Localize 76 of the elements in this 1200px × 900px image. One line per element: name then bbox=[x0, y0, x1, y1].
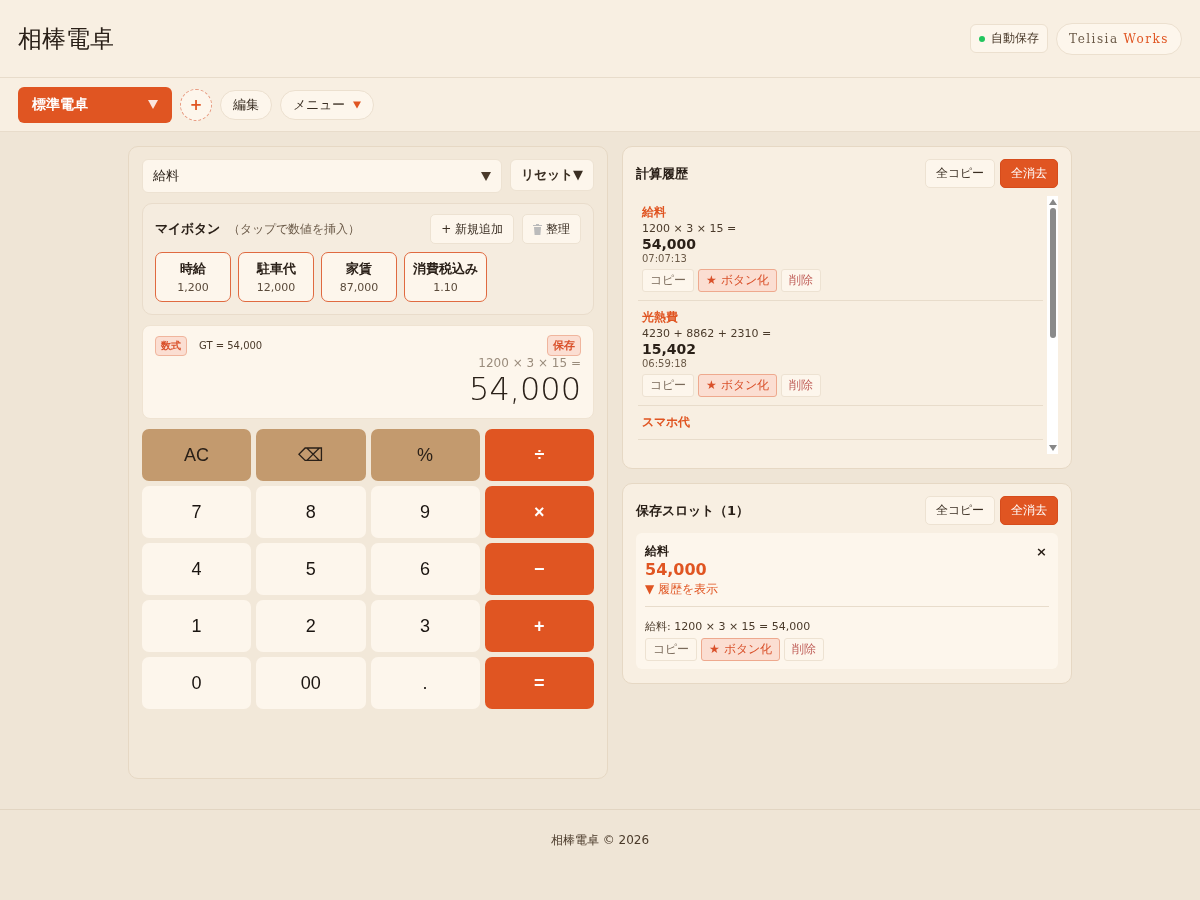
slot-action-button[interactable]: 削除 bbox=[783, 638, 824, 661]
mode-dropdown[interactable]: 標準電卓 bbox=[18, 86, 172, 123]
calculator-key[interactable]: 7 bbox=[142, 486, 252, 538]
result-value: 54,000 bbox=[468, 370, 581, 408]
calculator-key[interactable]: ⌫ bbox=[256, 429, 366, 481]
history-expression: 4230 + 8862 + 2310 = bbox=[642, 327, 773, 340]
menu-button[interactable]: メニュー bbox=[280, 89, 374, 120]
slot-name: 給料 bbox=[645, 543, 670, 560]
calculator-key[interactable]: − bbox=[484, 543, 594, 595]
calculator-key[interactable]: ÷ bbox=[484, 429, 594, 481]
history-action-button[interactable]: 削除 bbox=[780, 269, 821, 292]
calculator-key[interactable]: = bbox=[484, 657, 594, 709]
custom-value-button[interactable]: 時給 1,200 bbox=[155, 252, 231, 302]
calculator-key[interactable]: 00 bbox=[256, 657, 366, 709]
autosave-label: 自動保存 bbox=[991, 30, 1040, 47]
calculator-key[interactable]: 8 bbox=[256, 486, 366, 538]
copy-all-button[interactable]: 全コピー bbox=[925, 496, 995, 525]
calculator-key[interactable]: + bbox=[484, 600, 594, 652]
history-action-button[interactable]: コピー bbox=[642, 374, 694, 397]
clear-all-button[interactable]: 全消去 bbox=[1000, 159, 1058, 188]
slot-detail: 給料: 1200 × 3 × 15 = 54,000 bbox=[645, 606, 1049, 634]
history-action-button[interactable]: 削除 bbox=[780, 374, 821, 397]
history-result: 54,000 bbox=[642, 236, 698, 252]
hint-text: （タップで数値を挿入） bbox=[228, 220, 360, 238]
reset-button[interactable]: リセット▼ bbox=[510, 159, 594, 191]
history-result: 15,402 bbox=[642, 341, 698, 357]
history-name: 光熱費 bbox=[642, 309, 679, 326]
history-expression: 1200 × 3 × 15 = bbox=[642, 222, 738, 235]
preset-select[interactable]: 給料 bbox=[142, 159, 502, 193]
new-button[interactable]: + 新規追加 bbox=[430, 214, 514, 244]
calculator-key[interactable]: AC bbox=[142, 429, 252, 481]
slot-action-button[interactable]: コピー bbox=[645, 638, 697, 661]
trash-icon bbox=[533, 223, 542, 235]
caret-icon bbox=[481, 171, 491, 181]
slot-result: 54,000 bbox=[645, 560, 707, 579]
scroll-up-icon[interactable] bbox=[1048, 199, 1057, 205]
calculator-key[interactable]: 1 bbox=[142, 600, 252, 652]
section-title: マイボタン bbox=[155, 220, 220, 238]
panel-title: 保存スロット（1） bbox=[636, 501, 750, 520]
calculator-key[interactable]: × bbox=[484, 486, 594, 538]
custom-value-button[interactable]: 家賃 87,000 bbox=[321, 252, 397, 302]
close-button[interactable]: × bbox=[1034, 544, 1049, 559]
scrollbar[interactable] bbox=[1047, 196, 1058, 454]
history-name: 給料 bbox=[642, 204, 667, 221]
grand-total: GT = 54,000 bbox=[199, 340, 263, 351]
calculator-key[interactable]: % bbox=[370, 429, 480, 481]
caret-icon bbox=[353, 100, 361, 109]
history-action-button[interactable]: コピー bbox=[642, 269, 694, 292]
clear-all-button[interactable]: 全消去 bbox=[1000, 496, 1058, 525]
brand-accent: Works bbox=[1123, 31, 1169, 46]
calculator-key[interactable]: 5 bbox=[256, 543, 366, 595]
footer-text: 相棒電卓 © 2026 bbox=[550, 831, 650, 849]
history-time: 06:59:18 bbox=[642, 358, 688, 369]
calculator-key[interactable]: 0 bbox=[142, 657, 252, 709]
calculator-key[interactable]: 6 bbox=[370, 543, 480, 595]
add-button[interactable]: + bbox=[180, 88, 212, 121]
history-name: スマホ代 bbox=[642, 414, 691, 431]
app-title: 相棒電卓 bbox=[18, 23, 114, 55]
copy-all-button[interactable]: 全コピー bbox=[925, 159, 995, 188]
history-toggle[interactable]: ▼ 履歴を表示 bbox=[645, 579, 719, 606]
scroll-down-icon[interactable] bbox=[1048, 445, 1057, 451]
calculator-key[interactable]: 4 bbox=[142, 543, 252, 595]
history-time: 07:07:13 bbox=[642, 253, 688, 264]
mode-badge: 数式 bbox=[155, 335, 187, 356]
calculator-key[interactable]: 9 bbox=[370, 486, 480, 538]
edit-button[interactable]: 編集 bbox=[220, 89, 272, 120]
organize-button[interactable]: 整理 bbox=[522, 214, 581, 244]
panel-title: 計算履歴 bbox=[636, 164, 688, 183]
custom-value-button[interactable]: 消費税込み 1.10 bbox=[404, 252, 487, 302]
caret-icon bbox=[148, 100, 158, 109]
calculator-key[interactable]: 3 bbox=[370, 600, 480, 652]
brand-name: Telisia bbox=[1069, 31, 1119, 46]
custom-value-button[interactable]: 駐車代 12,000 bbox=[238, 252, 314, 302]
calculator-key[interactable]: 2 bbox=[256, 600, 366, 652]
expression-text: 1200 × 3 × 15 = bbox=[477, 356, 581, 370]
calculator-key[interactable]: . bbox=[370, 657, 480, 709]
